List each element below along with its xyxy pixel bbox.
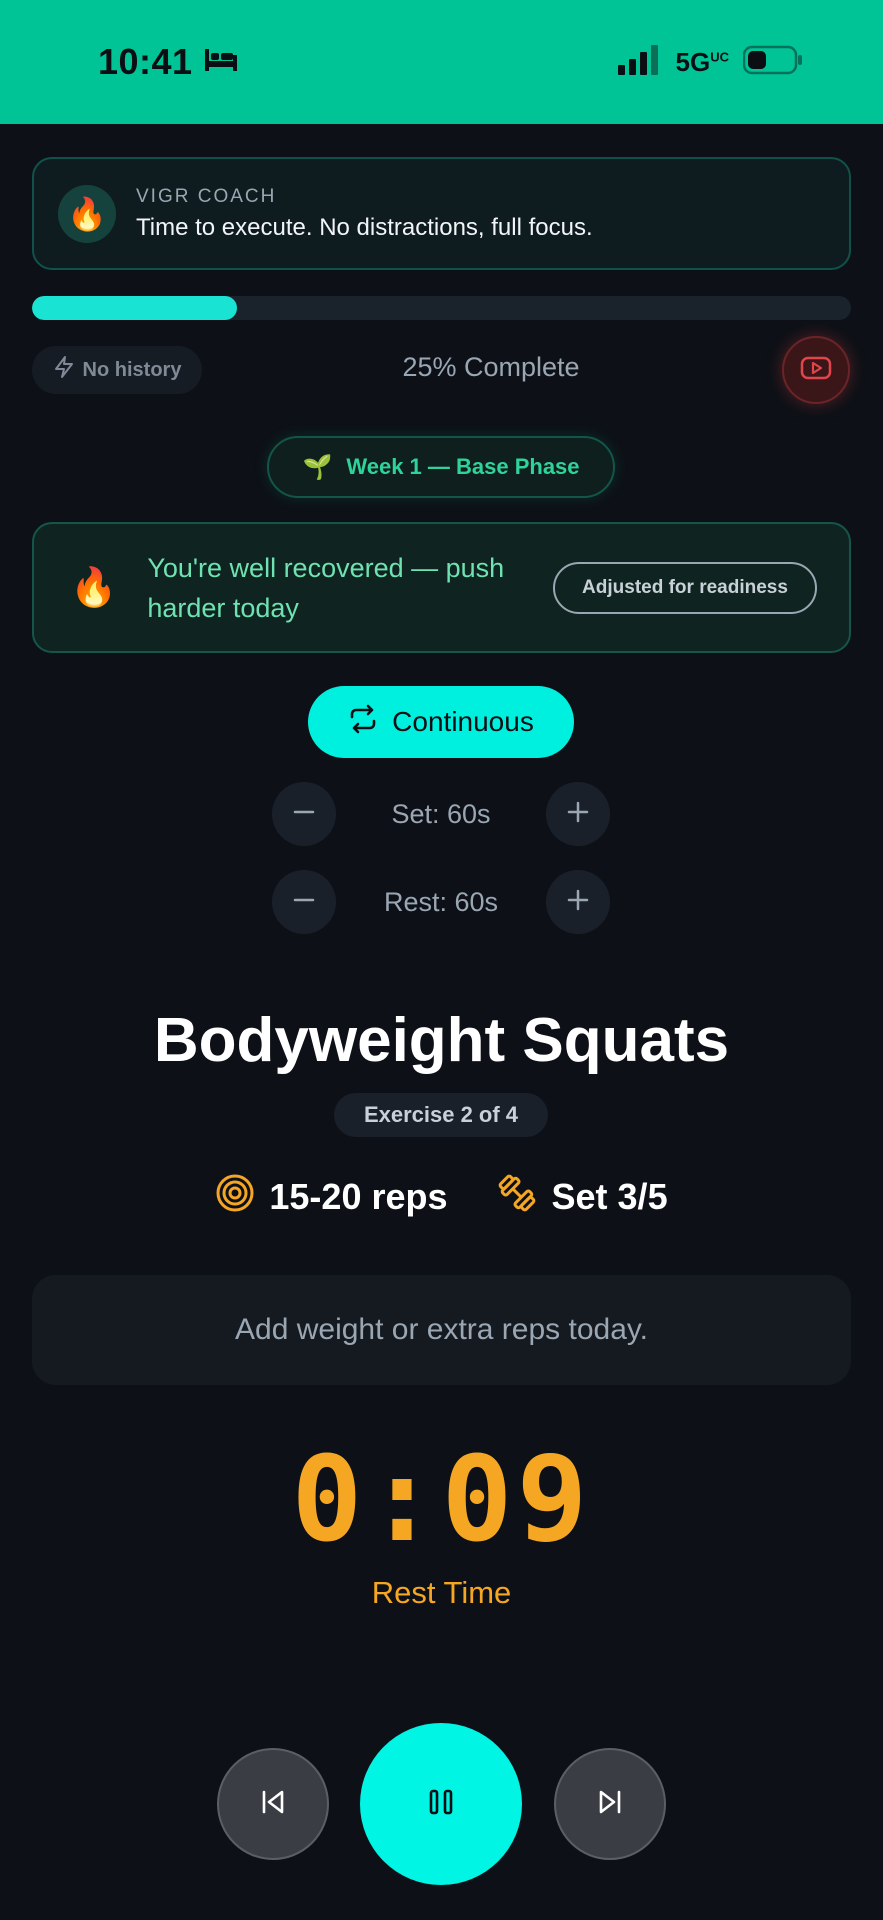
readiness-card: 🔥 You're well recovered — push harder to… — [32, 522, 851, 653]
network-type: 5G — [675, 46, 711, 77]
plus-icon — [566, 888, 590, 917]
minus-icon — [292, 888, 316, 917]
dumbbell-icon — [496, 1172, 538, 1223]
progress-text: 25% Complete — [402, 352, 580, 382]
set-stepper: Set: 60s — [272, 782, 610, 846]
continuous-mode-button[interactable]: Continuous — [308, 686, 574, 758]
set-increase-button[interactable] — [546, 782, 610, 846]
previous-button[interactable] — [217, 1748, 329, 1860]
rest-increase-button[interactable] — [546, 870, 610, 934]
history-button[interactable]: No history — [32, 346, 202, 394]
skip-back-icon — [258, 1787, 288, 1822]
exercise-title: Bodyweight Squats — [153, 1006, 730, 1075]
coach-avatar: 🔥 — [58, 184, 116, 243]
lightning-icon — [53, 355, 75, 385]
status-right: 5GUC — [617, 44, 803, 80]
set-label: Set 3/5 — [551, 1176, 668, 1217]
youtube-icon — [800, 356, 832, 385]
status-bar: 10:41 5GUC — [0, 0, 883, 124]
progress-fill — [32, 296, 237, 320]
timer-label: Rest Time — [371, 1575, 512, 1610]
set-duration: Set: 60s — [391, 798, 491, 829]
coach-text: VIGR COACH Time to execute. No distracti… — [136, 186, 593, 242]
coach-card: 🔥 VIGR COACH Time to execute. No distrac… — [32, 157, 851, 270]
phase-label: Week 1 — Base Phase — [346, 454, 580, 479]
bed-icon — [203, 47, 239, 78]
readiness-badge: Adjusted for readiness — [553, 562, 817, 614]
battery-icon — [742, 45, 803, 80]
status-time: 10:41 — [98, 41, 193, 82]
target-icon — [215, 1173, 255, 1222]
tip-card: Add weight or extra reps today. — [32, 1275, 851, 1385]
set-info: Set 3/5 — [496, 1172, 668, 1223]
mode-label: Continuous — [392, 706, 534, 737]
repeat-icon — [348, 704, 378, 741]
exercise-position-badge: Exercise 2 of 4 — [334, 1093, 548, 1137]
network-sup: UC — [710, 48, 729, 64]
next-button[interactable] — [554, 1748, 666, 1860]
exercise-meta: 15-20 reps Set 3/5 — [0, 1170, 883, 1224]
plus-icon — [566, 800, 590, 829]
status-left: 10:41 — [98, 41, 239, 83]
timer-display: 0:09 — [291, 1430, 592, 1568]
rest-duration: Rest: 60s — [383, 886, 499, 917]
seedling-icon: 🌱 — [302, 453, 333, 481]
rest-stepper: Rest: 60s — [272, 870, 610, 934]
reps-label: 15-20 reps — [269, 1176, 448, 1217]
skip-forward-icon — [595, 1787, 625, 1822]
flame-icon: 🔥 — [70, 566, 118, 609]
minus-icon — [292, 800, 316, 829]
network-label: 5GUC — [676, 47, 729, 78]
pause-icon — [428, 1788, 454, 1821]
video-button[interactable] — [782, 336, 850, 404]
progress-bar — [32, 296, 851, 320]
flame-icon: 🔥 — [67, 195, 107, 232]
readiness-message: You're well recovered — push harder toda… — [147, 552, 505, 623]
rest-decrease-button[interactable] — [272, 870, 336, 934]
coach-message: Time to execute. No distractions, full f… — [136, 213, 593, 241]
tip-text: Add weight or extra reps today. — [235, 1313, 648, 1346]
coach-label: VIGR COACH — [136, 185, 277, 207]
pause-button[interactable] — [360, 1723, 522, 1885]
history-label: No history — [82, 358, 182, 381]
signal-icon — [617, 44, 662, 80]
set-decrease-button[interactable] — [272, 782, 336, 846]
phase-badge: 🌱 Week 1 — Base Phase — [267, 436, 615, 498]
reps-info: 15-20 reps — [215, 1173, 448, 1222]
